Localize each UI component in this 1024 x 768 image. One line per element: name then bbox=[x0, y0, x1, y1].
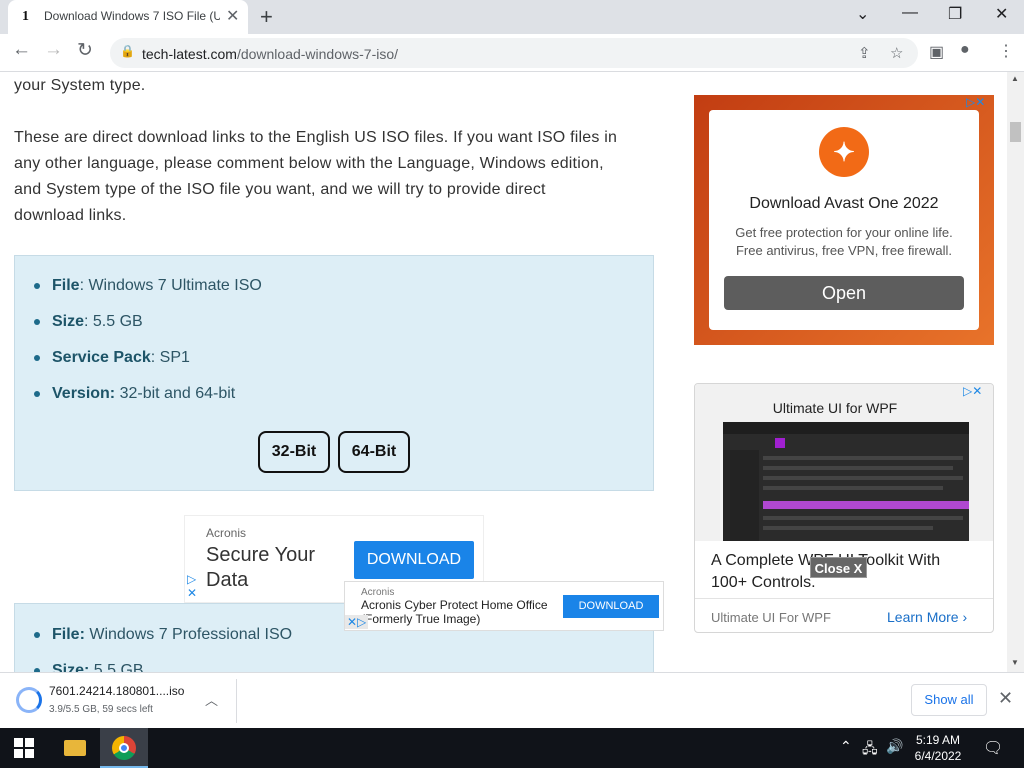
side-panel-icon[interactable]: ▣ bbox=[929, 42, 944, 62]
file-explorer-icon[interactable] bbox=[64, 740, 86, 756]
intro-paragraph: These are direct download links to the E… bbox=[14, 125, 674, 229]
tab-title: Download Windows 7 ISO File (U bbox=[44, 9, 220, 23]
list-item: Size: 5.5 GB bbox=[34, 309, 262, 345]
bookmark-star-icon[interactable]: ☆ bbox=[890, 44, 903, 62]
adchoices-close-icon[interactable]: ✕▷ bbox=[345, 615, 369, 629]
list-item: Version: 32-bit and 64-bit bbox=[34, 381, 262, 417]
acronis-overlay-text: Acronis Cyber Protect Home Office (Forme… bbox=[361, 598, 548, 626]
acronis-download-button[interactable]: DOWNLOAD bbox=[354, 541, 474, 579]
system-clock[interactable]: 5:19 AM 6/4/2022 bbox=[905, 732, 971, 764]
share-icon[interactable]: ⇪ bbox=[858, 44, 871, 62]
clock-date: 6/4/2022 bbox=[914, 749, 962, 763]
adchoices-icon[interactable]: ▷✕ bbox=[966, 95, 985, 109]
chrome-icon bbox=[112, 736, 136, 760]
download-progress-icon bbox=[16, 687, 42, 713]
volume-icon[interactable]: 🔊 bbox=[886, 738, 903, 755]
wpf-ad[interactable]: Ultimate UI for WPF ▷✕ A Complete WPF UI… bbox=[694, 383, 994, 633]
scroll-down-icon[interactable]: ▼ bbox=[1011, 658, 1019, 667]
scrollbar-thumb[interactable] bbox=[1010, 122, 1021, 142]
wpf-ad-title: Ultimate UI for WPF bbox=[772, 400, 898, 416]
browser-toolbar: ← → ↻ 🔒 tech-latest.com/download-windows… bbox=[0, 34, 1024, 72]
adchoices-icon[interactable]: ▷✕ bbox=[187, 572, 197, 600]
page-content: your System type. These are direct downl… bbox=[0, 72, 1024, 672]
avast-ad-card: ✦ Download Avast One 2022 Get free prote… bbox=[709, 110, 979, 330]
wpf-screenshot-image bbox=[723, 422, 969, 541]
divider bbox=[236, 679, 237, 723]
tab-search-chevron-icon[interactable]: ⌄ bbox=[856, 4, 869, 24]
adchoices-icon[interactable]: ▷✕ bbox=[963, 384, 982, 398]
url-text[interactable]: tech-latest.com/download-windows-7-iso/ bbox=[142, 46, 398, 62]
window-close-icon[interactable]: ✕ bbox=[995, 4, 1008, 24]
chevron-right-icon: › bbox=[962, 609, 968, 625]
minimize-icon[interactable]: — bbox=[902, 4, 918, 22]
acronis-overlay-ad[interactable]: Acronis Acronis Cyber Protect Home Offic… bbox=[344, 581, 664, 631]
tab-strip: 1 Download Windows 7 ISO File (U ✕ + ⌄ —… bbox=[0, 0, 1024, 34]
browser-tab[interactable]: 1 Download Windows 7 ISO File (U ✕ bbox=[8, 0, 248, 34]
download-filename[interactable]: 7601.24214.180801....iso bbox=[49, 684, 184, 698]
avast-open-button[interactable]: Open bbox=[724, 276, 964, 310]
site-favicon-icon: 1 bbox=[22, 9, 29, 24]
windows-start-icon[interactable] bbox=[14, 738, 34, 758]
list-item: Size: 5.5 GB bbox=[33, 658, 292, 672]
address-bar[interactable]: 🔒 tech-latest.com/download-windows-7-iso… bbox=[110, 38, 918, 68]
avast-ad-line: Free antivirus, free VPN, free firewall. bbox=[735, 243, 953, 258]
forward-icon[interactable]: → bbox=[44, 39, 63, 61]
avast-ad[interactable]: ▷✕ ✦ Download Avast One 2022 Get free pr… bbox=[694, 95, 994, 345]
show-all-button[interactable]: Show all bbox=[911, 684, 987, 716]
acronis-brand: Acronis bbox=[361, 587, 395, 598]
list-item: File: Windows 7 Professional ISO bbox=[33, 622, 292, 658]
wpf-ad-brand: Ultimate UI For WPF bbox=[711, 610, 831, 625]
profile-avatar-icon[interactable]: ● bbox=[960, 41, 970, 59]
list-item: File: Windows 7 Ultimate ISO bbox=[34, 273, 262, 309]
notifications-icon[interactable]: 🗨 bbox=[983, 738, 1003, 758]
paragraph-line: download links. bbox=[14, 207, 127, 224]
restore-icon[interactable]: ❐ bbox=[948, 4, 962, 24]
paragraph-line: any other language, please comment below… bbox=[14, 155, 604, 172]
taskbar-chrome-button[interactable] bbox=[100, 728, 148, 768]
avast-logo-icon: ✦ bbox=[819, 127, 869, 177]
list-item: Service Pack: SP1 bbox=[34, 345, 262, 381]
tray-chevron-up-icon[interactable]: ⌃ bbox=[840, 738, 852, 755]
vertical-scrollbar[interactable]: ▲ ▼ bbox=[1007, 72, 1024, 672]
windows-taskbar: ⌃ 🖧 🔊 5:19 AM 6/4/2022 🗨 bbox=[0, 728, 1024, 768]
paragraph-line: and System type of the ISO file you want… bbox=[14, 181, 546, 198]
wpf-ad-banner: Ultimate UI for WPF bbox=[695, 384, 993, 541]
acronis-overlay-download-button[interactable]: DOWNLOAD bbox=[563, 595, 659, 618]
network-icon[interactable]: 🖧 bbox=[862, 738, 878, 762]
wpf-ad-footer: Ultimate UI For WPF Learn More › bbox=[695, 598, 993, 632]
chevron-up-icon[interactable]: ︿ bbox=[205, 690, 218, 709]
acronis-brand: Acronis bbox=[206, 526, 247, 540]
learn-more-link[interactable]: Learn More › bbox=[887, 609, 967, 625]
download-64bit-button[interactable]: 64-Bit bbox=[338, 431, 410, 473]
back-icon[interactable]: ← bbox=[12, 39, 31, 61]
lock-icon[interactable]: 🔒 bbox=[120, 44, 135, 58]
info-list: File: Windows 7 Ultimate ISO Size: 5.5 G… bbox=[34, 273, 262, 417]
download-status: 3.9/5.5 GB, 59 secs left bbox=[49, 704, 153, 715]
menu-kebab-icon[interactable]: ⋮ bbox=[998, 41, 1014, 61]
reload-icon[interactable]: ↻ bbox=[77, 39, 93, 62]
new-tab-icon[interactable]: + bbox=[260, 4, 273, 30]
avast-ad-line: Get free protection for your online life… bbox=[735, 225, 953, 240]
iso-info-box-ultimate: File: Windows 7 Ultimate ISO Size: 5.5 G… bbox=[14, 255, 654, 491]
tab-close-icon[interactable]: ✕ bbox=[226, 6, 239, 26]
download-shelf: 7601.24214.180801....iso 3.9/5.5 GB, 59 … bbox=[0, 672, 1024, 728]
close-shelf-icon[interactable]: ✕ bbox=[998, 688, 1013, 709]
url-host: tech-latest.com bbox=[142, 46, 237, 62]
clock-time: 5:19 AM bbox=[915, 733, 961, 747]
avast-ad-heading: Download Avast One 2022 bbox=[749, 195, 939, 212]
paragraph-line: These are direct download links to the E… bbox=[14, 129, 618, 146]
acronis-ad-headline: Secure Your Data bbox=[206, 544, 315, 591]
info-list: File: Windows 7 Professional ISO Size: 5… bbox=[33, 622, 292, 672]
download-32bit-button[interactable]: 32-Bit bbox=[258, 431, 330, 473]
close-ad-button[interactable]: Close X bbox=[810, 557, 867, 578]
url-path: /download-windows-7-iso/ bbox=[236, 46, 399, 62]
text-top-line: your System type. bbox=[14, 77, 146, 94]
scroll-up-icon[interactable]: ▲ bbox=[1011, 74, 1019, 83]
